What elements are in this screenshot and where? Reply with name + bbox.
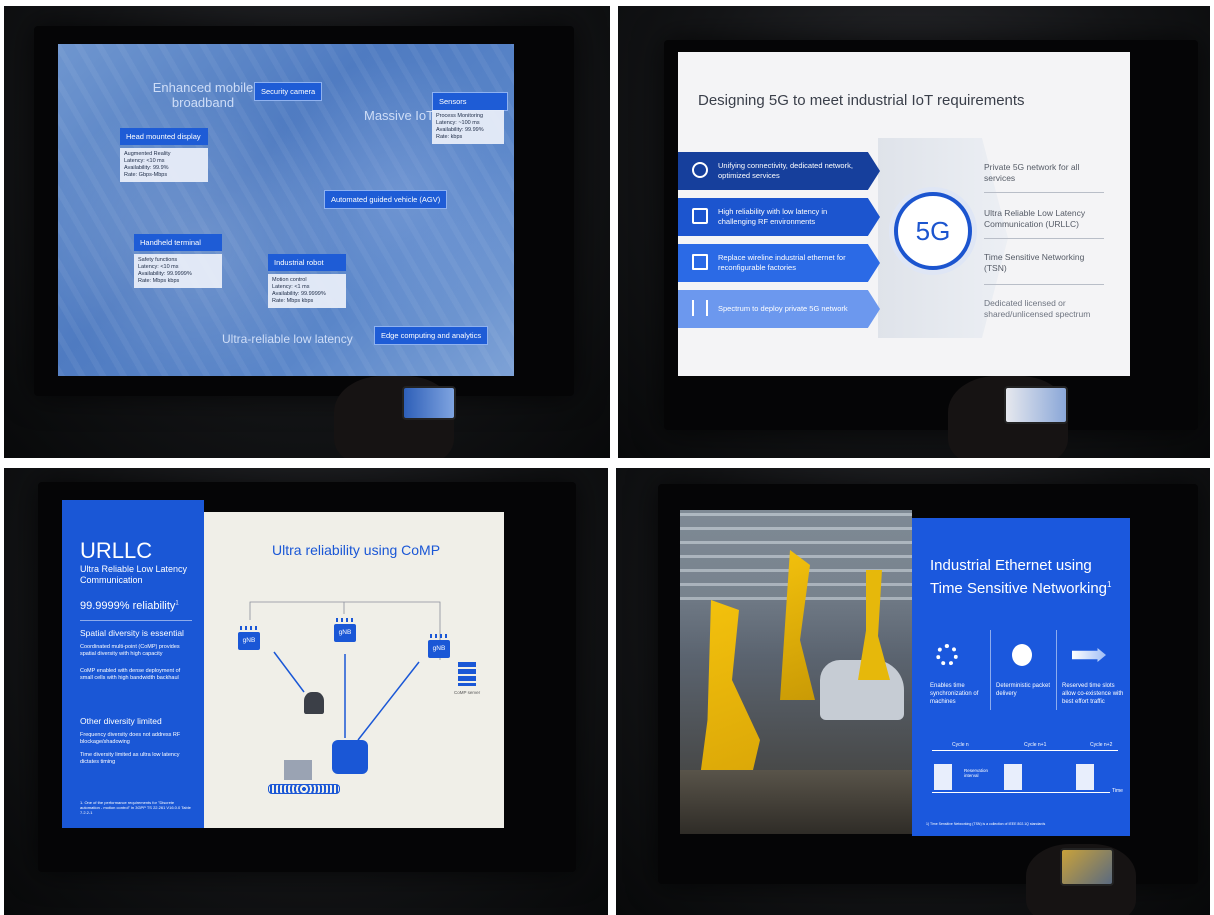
time-slot	[934, 764, 952, 790]
stopwatch-icon	[1012, 644, 1032, 666]
cycle-label: Cycle n+2	[1090, 742, 1113, 748]
card-robot-specs: Motion control Latency: <1 ms Availability…	[268, 274, 346, 308]
gnb-label: gNB	[432, 645, 446, 652]
bullet: Coordinated multi-point (CoMP) provides …	[80, 644, 180, 657]
gnb-label: gNB	[242, 637, 256, 644]
slide-designing-5g: Designing 5G to meet industrial IoT requ…	[678, 52, 1130, 376]
requirement-text: Replace wireline industrial ethernet for…	[718, 253, 846, 272]
connectivity-icon	[692, 162, 708, 178]
section-other-diversity: Other diversity limited	[80, 716, 162, 726]
card-terminal-specs: Safety functions Latency: <10 ms Availabil…	[134, 254, 222, 288]
requirement-text: High reliability with low latency in cha…	[718, 207, 828, 226]
outcome-tsn: Time Sensitive Networking (TSN)	[984, 252, 1085, 273]
tag-edge-computing: Edge computing and analytics	[374, 326, 489, 345]
feature-reserved-slots: Reserved time slots allow co-existence w…	[1062, 683, 1124, 705]
outcome-divider	[984, 192, 1104, 193]
slide-tsn: Industrial Ethernet using Time Sensitive…	[912, 518, 1130, 836]
boxes-icon	[284, 760, 312, 780]
footnote-marker: 1	[1107, 580, 1112, 589]
5g-badge: 5G	[894, 192, 972, 270]
time-slot	[1004, 764, 1022, 790]
gnb-base-station-2: gNB	[334, 618, 356, 642]
zone-label-massive-iot: Massive IoT	[364, 108, 435, 123]
bullet: CoMP enabled with dense deployment of sm…	[80, 668, 181, 681]
feature-divider	[990, 630, 991, 710]
factory-robot-photo	[680, 510, 912, 834]
robot-arm-icon	[304, 692, 324, 714]
requirement-text: Spectrum to deploy private 5G network	[718, 304, 848, 313]
cycle-label: Cycle n	[952, 742, 969, 748]
slide-urllc-sidebar: URLLC Ultra Reliable Low Latency Communi…	[62, 500, 204, 828]
feature-divider	[1056, 630, 1057, 710]
bullet: Frequency diversity does not address RF …	[80, 732, 181, 745]
requirement-text: Unifying connectivity, dedicated network…	[718, 161, 853, 180]
gnb-base-station-1: gNB	[238, 626, 260, 650]
outcome-urllc: Ultra Reliable Low Latency Communication…	[984, 208, 1086, 229]
spectrum-icon	[692, 300, 708, 316]
requirement-item-spectrum: Spectrum to deploy private 5G network	[678, 290, 880, 328]
footnote-marker: 1	[175, 600, 179, 607]
traffic-arrows-icon	[1072, 648, 1106, 662]
gnb-label: gNB	[338, 629, 352, 636]
reliability-value: 99.9999% reliability	[80, 600, 176, 612]
time-slot	[1076, 764, 1094, 790]
slide-title-text: Industrial Ethernet using Time Sensitive…	[930, 557, 1108, 597]
server-label: CoMP server	[454, 690, 481, 695]
antenna-icon	[240, 626, 258, 630]
footnote: 1) Time Sensitive Networking (TSN) is a …	[926, 822, 1046, 826]
gnb-base-station-3: gNB	[428, 634, 450, 658]
phone-in-hand	[402, 386, 456, 420]
slide-comp-diagram: Ultra reliability using CoMP gNB gNB gNB…	[204, 512, 504, 828]
footnote: 1. One of the performance requirements f…	[80, 800, 191, 815]
tag-agv: Automated guided vehicle (AGV)	[324, 190, 448, 209]
card-title-industrial-robot: Industrial robot	[268, 254, 346, 271]
robot-vehicle-icon	[332, 740, 368, 774]
tsn-timeline: Cycle n Cycle n+1 Cycle n+2 Reservation …	[932, 742, 1123, 812]
server-icon	[458, 662, 476, 686]
zone-label-embb: Enhanced mobile broadband	[152, 80, 254, 110]
section-spatial-diversity: Spatial diversity is essential	[80, 628, 184, 638]
slide-title: Industrial Ethernet using Time Sensitive…	[930, 556, 1120, 598]
feature-time-sync: Enables time synchronization of machines	[930, 683, 979, 705]
card-hmd-specs: Augmented Reality Latency: <10 ms Availabi…	[120, 148, 208, 182]
requirement-item-ethernet: Replace wireline industrial ethernet for…	[678, 244, 880, 282]
card-sensors-specs: Process Monitoring Latency: ~100 ms Availa…	[432, 110, 504, 144]
factory-icon	[692, 254, 708, 270]
feature-deterministic: Deterministic packet delivery	[996, 683, 1051, 697]
antenna-icon	[430, 634, 448, 638]
outcome-divider	[984, 238, 1104, 239]
reservation-label: Reservation interval	[964, 768, 989, 778]
time-axis-label: Time	[1112, 788, 1123, 794]
tag-security-camera: Security camera	[254, 82, 323, 101]
5g-badge-label: 5G	[915, 215, 951, 246]
slide-title: Designing 5G to meet industrial IoT requ…	[698, 92, 1025, 109]
phone-in-hand	[1060, 848, 1114, 886]
requirement-item-reliability: High reliability with low latency in cha…	[678, 198, 880, 236]
card-title-head-mounted-display: Head mounted display	[120, 128, 208, 145]
urllc-subheading: Ultra Reliable Low Latency Communication	[80, 564, 188, 585]
divider	[80, 620, 192, 621]
reliability-line: 99.9999% reliability1	[80, 600, 179, 612]
outcome-private-network: Private 5G network for all services	[984, 162, 1080, 183]
cycle-label: Cycle n+1	[1024, 742, 1047, 748]
card-title-handheld-terminal: Handheld terminal	[134, 234, 222, 251]
outcome-divider	[984, 284, 1104, 285]
antenna-icon	[692, 208, 708, 224]
bullet: Time diversity limited as ultra low late…	[80, 752, 180, 765]
requirement-item-connectivity: Unifying connectivity, dedicated network…	[678, 152, 880, 190]
urllc-heading: URLLC	[80, 538, 153, 563]
phone-in-hand	[1004, 386, 1068, 424]
gears-icon	[936, 644, 958, 666]
conveyor-icon	[268, 784, 340, 794]
antenna-icon	[336, 618, 354, 622]
cycle-bracket	[932, 750, 1118, 751]
time-axis	[932, 792, 1110, 793]
factory-floor	[680, 770, 912, 834]
tag-sensors: Sensors	[432, 92, 508, 111]
outcome-spectrum: Dedicated licensed or shared/unlicensed …	[984, 298, 1091, 319]
slide-5g-use-cases: Enhanced mobile broadband Massive IoT Ul…	[58, 44, 514, 376]
zone-label-urllc: Ultra-reliable low latency	[222, 332, 353, 346]
